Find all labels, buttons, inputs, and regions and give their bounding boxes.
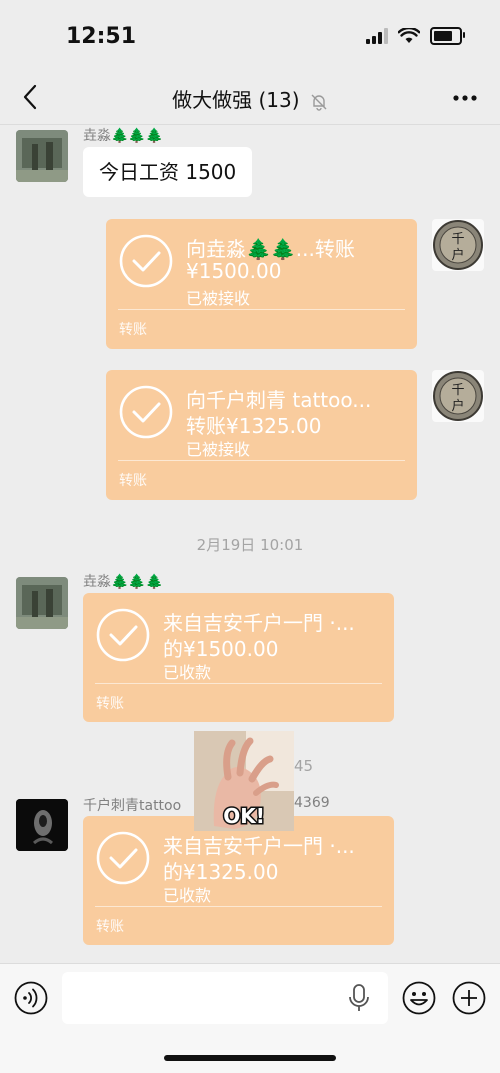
transfer-title: 向千户刺青 tattoo... bbox=[186, 388, 372, 412]
check-circle-icon bbox=[96, 831, 150, 885]
svg-text:千: 千 bbox=[451, 232, 464, 247]
transfer-amount: 的¥1500.00 bbox=[163, 637, 279, 661]
avatar-self[interactable]: 千 户 bbox=[432, 370, 484, 422]
hand-sticker-image: OK! bbox=[194, 731, 294, 831]
status-bar: 12:51 bbox=[0, 0, 500, 70]
transfer-footer-label: 转账 bbox=[119, 473, 147, 489]
divider bbox=[95, 683, 382, 684]
message-input[interactable] bbox=[62, 972, 388, 1024]
transfer-amount: 转账¥1325.00 bbox=[186, 414, 322, 438]
emoji-icon[interactable] bbox=[402, 981, 436, 1015]
transfer-footer-label: 转账 bbox=[96, 919, 124, 935]
avatar-yaomiao[interactable] bbox=[16, 577, 68, 629]
avatar-yaomiao[interactable] bbox=[16, 130, 68, 182]
transfer-card[interactable]: 向垚淼🌲🌲...转账 ¥1500.00 已被接收 转账 bbox=[106, 219, 417, 349]
home-indicator[interactable] bbox=[164, 1055, 336, 1061]
chat-timestamp-partial: 45 bbox=[294, 757, 314, 775]
status-icons bbox=[366, 27, 465, 45]
svg-text:户: 户 bbox=[451, 247, 464, 263]
divider bbox=[118, 309, 405, 310]
sender-name: 垚淼🌲🌲🌲 bbox=[83, 574, 164, 590]
avatar-tattoo[interactable] bbox=[16, 799, 68, 851]
tattoo-photo-icon bbox=[16, 799, 68, 851]
microphone-icon[interactable] bbox=[348, 983, 370, 1013]
check-circle-icon bbox=[96, 608, 150, 662]
divider bbox=[118, 460, 405, 461]
transfer-footer-label: 转账 bbox=[96, 696, 124, 712]
transfer-status: 已收款 bbox=[163, 886, 212, 905]
more-options-icon[interactable] bbox=[450, 88, 480, 108]
transfer-status: 已收款 bbox=[163, 663, 212, 682]
transfer-card[interactable]: 来自吉安千户一門 ·... 的¥1500.00 已收款 转账 bbox=[83, 593, 394, 722]
transfer-status: 已被接收 bbox=[186, 440, 251, 459]
battery-icon bbox=[430, 27, 465, 45]
ok-sticker[interactable]: OK! bbox=[194, 731, 294, 831]
transfer-amount: 的¥1325.00 bbox=[163, 860, 279, 884]
coin-logo-icon: 千 户 bbox=[433, 371, 483, 421]
check-circle-icon bbox=[119, 234, 173, 288]
transfer-title: 来自吉安千户一門 ·... bbox=[163, 611, 355, 635]
chat-title-text: 做大做强 (13) bbox=[172, 88, 300, 112]
wifi-icon bbox=[398, 28, 420, 43]
transfer-title: 向垚淼🌲🌲...转账 bbox=[186, 237, 355, 261]
tree-photo-icon bbox=[16, 130, 68, 182]
tree-photo-icon bbox=[16, 577, 68, 629]
sender-name: 千户刺青tattoo bbox=[83, 798, 182, 814]
transfer-card[interactable]: 来自吉安千户一門 ·... 的¥1325.00 已收款 转账 bbox=[83, 816, 394, 945]
svg-text:千: 千 bbox=[451, 383, 464, 398]
avatar-self[interactable]: 千 户 bbox=[432, 219, 484, 271]
sender-name: 垚淼🌲🌲🌲 bbox=[83, 128, 164, 144]
input-bar bbox=[0, 963, 500, 1073]
plus-icon[interactable] bbox=[452, 981, 486, 1015]
chat-title: 做大做强 (13) bbox=[0, 84, 500, 113]
transfer-title: 来自吉安千户一門 ·... bbox=[163, 834, 355, 858]
transfer-footer-label: 转账 bbox=[119, 322, 147, 338]
coin-logo-icon: 千 户 bbox=[433, 220, 483, 270]
check-circle-icon bbox=[119, 385, 173, 439]
transfer-card[interactable]: 向千户刺青 tattoo... 转账¥1325.00 已被接收 转账 bbox=[106, 370, 417, 500]
nav-bar: 做大做强 (13) bbox=[0, 70, 500, 125]
mute-bell-icon bbox=[311, 94, 327, 111]
svg-text:OK!: OK! bbox=[223, 804, 265, 828]
sender-name-tail: 4369 bbox=[294, 795, 330, 811]
voice-mode-icon[interactable] bbox=[14, 981, 48, 1015]
divider bbox=[95, 906, 382, 907]
chat-screen: 12:51 做大做强 (13) 垚淼🌲🌲🌲 今日工资 1500 向垚淼🌲🌲...… bbox=[0, 0, 500, 1073]
transfer-amount: ¥1500.00 bbox=[186, 259, 282, 283]
chat-timestamp: 2月19日 10:01 bbox=[196, 536, 304, 554]
transfer-status: 已被接收 bbox=[186, 289, 251, 308]
status-time: 12:51 bbox=[66, 24, 137, 49]
svg-text:户: 户 bbox=[451, 398, 464, 414]
text-message[interactable]: 今日工资 1500 bbox=[83, 147, 253, 197]
signal-icon bbox=[366, 28, 388, 44]
